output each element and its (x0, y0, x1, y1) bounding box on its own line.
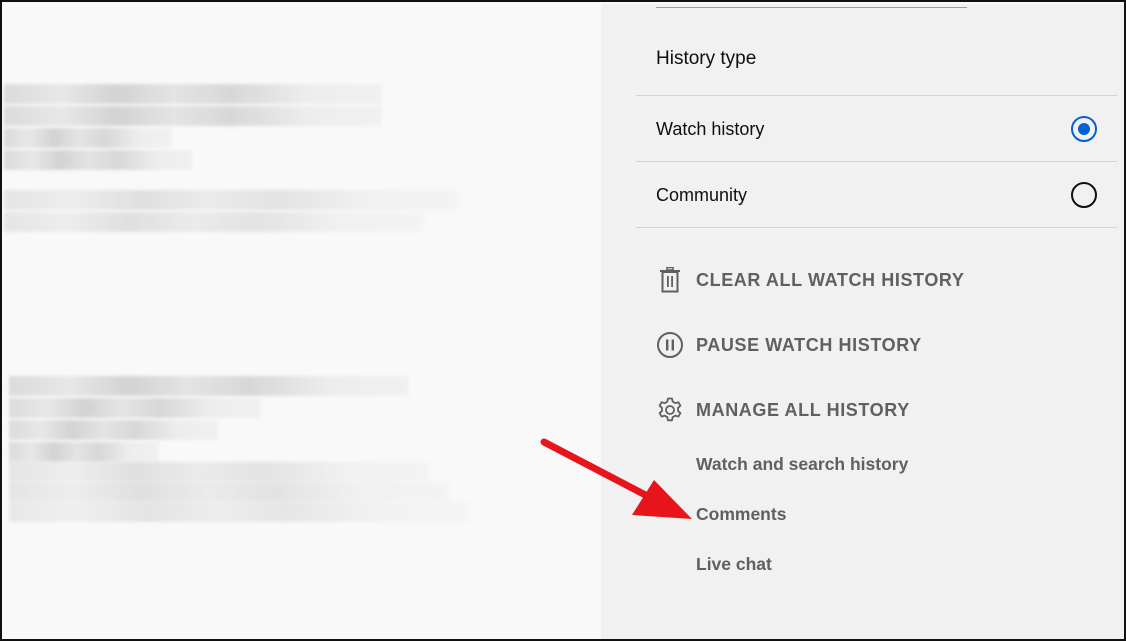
blurred-title-line (4, 106, 382, 126)
comments-link[interactable]: Comments (696, 504, 786, 525)
manage-all-history-button[interactable]: MANAGE ALL HISTORY (656, 392, 910, 428)
search-input-underline (656, 7, 967, 8)
blurred-meta-line (4, 212, 424, 232)
blurred-video-list (4, 4, 601, 639)
radio-option-community[interactable]: Community (636, 162, 1117, 228)
radio-label-community: Community (656, 184, 748, 205)
manage-all-history-label: MANAGE ALL HISTORY (696, 399, 910, 420)
blurred-meta-line (9, 482, 449, 502)
blurred-meta-line (9, 462, 429, 482)
blurred-title-line (4, 128, 172, 148)
radio-option-watch-history[interactable]: Watch history (636, 96, 1117, 162)
clear-all-watch-history-label: CLEAR ALL WATCH HISTORY (696, 269, 965, 290)
blurred-title-line (9, 442, 159, 462)
blurred-title-line (9, 420, 219, 440)
pause-circle-icon (656, 331, 684, 359)
trash-icon (656, 266, 684, 294)
pause-watch-history-label: PAUSE WATCH HISTORY (696, 334, 922, 355)
blurred-meta-line (9, 502, 469, 522)
blurred-title-line (4, 84, 382, 104)
blurred-title-line (9, 398, 261, 418)
watch-and-search-history-link[interactable]: Watch and search history (696, 454, 908, 475)
gear-icon (656, 396, 684, 424)
screenshot-frame: History type Watch history Community CLE… (0, 0, 1126, 641)
radio-label-watch-history: Watch history (656, 118, 765, 139)
history-type-heading: History type (656, 48, 757, 69)
radio-button-watch-history[interactable] (1071, 116, 1097, 142)
blurred-title-line (9, 376, 409, 396)
blurred-meta-line (4, 190, 458, 210)
divider (636, 227, 1117, 228)
clear-all-watch-history-button[interactable]: CLEAR ALL WATCH HISTORY (656, 262, 964, 298)
radio-button-community[interactable] (1071, 182, 1097, 208)
pause-watch-history-button[interactable]: PAUSE WATCH HISTORY (656, 327, 922, 363)
annotation-arrow-icon (540, 438, 692, 519)
blurred-title-line (4, 150, 193, 170)
history-sidebar-panel: History type Watch history Community CLE… (601, 4, 1124, 639)
live-chat-link[interactable]: Live chat (696, 554, 772, 575)
